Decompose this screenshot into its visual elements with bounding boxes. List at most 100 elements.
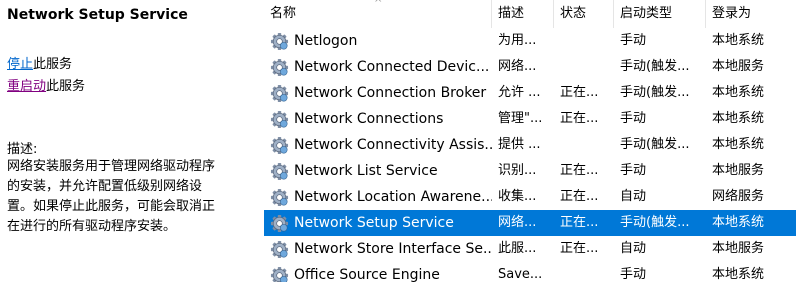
service-startup-type: 手动 (620, 163, 647, 178)
column-header-name[interactable]: ^ 名称 (264, 0, 492, 28)
service-name-cell: Network Setup Service (264, 210, 492, 236)
service-title: Network Setup Service (7, 7, 188, 23)
service-name: Network Connectivity Assis... (294, 137, 492, 153)
service-detail-pane: Network Setup Service 停止此服务 重启动此服务 描述: 网… (0, 0, 262, 282)
service-description: 网络... (498, 59, 537, 74)
gear-icon (270, 110, 289, 129)
list-header: ^ 名称 描述 状态 启动类型 登录为 (264, 0, 796, 28)
service-logon-as: 本地系统 (712, 85, 765, 100)
service-startup-type: 手动(触发... (620, 59, 690, 74)
description-line: 置。如果停止此服务，可能会取消正 (7, 199, 216, 214)
service-row[interactable]: Network Connected Devic... 网络... 手动(触发... 本… (264, 54, 796, 80)
service-description: 此服... (498, 241, 537, 256)
service-startup-type: 手动(触发... (620, 85, 690, 100)
service-description: 提供 ... (498, 137, 541, 152)
service-row[interactable]: Network Location Awarene... 收集... 正在... 自动 网… (264, 184, 796, 210)
service-status: 正在... (560, 111, 599, 126)
column-header-status[interactable]: 状态 (554, 0, 614, 28)
service-name: Office Source Engine (294, 267, 440, 282)
stop-service-action: 停止此服务 (7, 53, 72, 72)
service-status (554, 28, 614, 54)
restart-service-action: 重启动此服务 (7, 75, 85, 94)
description-line: 在进行的所有驱动程序安装。 (7, 219, 177, 234)
service-name-cell: Network Connectivity Assis... (264, 132, 492, 158)
service-logon-as: 本地系统 (712, 215, 765, 230)
service-description: 为用... (498, 33, 537, 48)
service-name-cell: Network Connections (264, 106, 492, 132)
service-row[interactable]: Office Source Engine Save... 手动 本地系统 (264, 262, 796, 282)
service-description: 管理"... (498, 111, 543, 126)
service-startup-type: 手动(触发... (620, 137, 690, 152)
service-row[interactable]: Network Store Interface Se... 此服... 正在... 自… (264, 236, 796, 262)
service-status: 正在... (560, 85, 599, 100)
description-label: 描述: (7, 142, 38, 157)
service-startup-type: 手动 (620, 267, 647, 282)
service-status (554, 262, 614, 282)
service-row[interactable]: Netlogon 为用... 手动 本地系统 (264, 28, 796, 54)
stop-service-suffix: 此服务 (33, 57, 73, 72)
service-logon-as: 本地系统 (712, 137, 765, 152)
service-row[interactable]: Network Connectivity Assis... 提供 ... 手动(触发… (264, 132, 796, 158)
service-name: Network Connected Devic... (294, 59, 490, 75)
service-startup-type: 手动 (620, 33, 647, 48)
service-startup-type: 自动 (620, 189, 647, 204)
description-text: 网络安装服务用于管理网络驱动程序 的安装，并允许配置低级别网络设 置。如果停止此… (7, 157, 255, 237)
service-status: 正在... (560, 241, 599, 256)
service-name: Network Location Awarene... (294, 189, 492, 205)
service-name-cell: Network Connection Broker (264, 80, 492, 106)
column-header-description[interactable]: 描述 (492, 0, 554, 28)
service-logon-as: 本地服务 (712, 59, 765, 74)
gear-icon (270, 32, 289, 51)
gear-icon (270, 136, 289, 155)
gear-icon (270, 84, 289, 103)
service-name: Network Connections (294, 111, 444, 127)
service-description: 收集... (498, 189, 537, 204)
service-status (554, 54, 614, 80)
service-name: Network Connection Broker (294, 85, 487, 101)
restart-service-link[interactable]: 重启动 (7, 79, 46, 94)
service-name-cell: Office Source Engine (264, 262, 492, 282)
service-row[interactable]: Network Connections 管理"... 正在... 手动 本地系统 (264, 106, 796, 132)
services-list: ^ 名称 描述 状态 启动类型 登录为 Netlogon 为用... 手动 本地系统 N… (264, 0, 796, 282)
service-status: 正在... (560, 215, 599, 230)
service-startup-type: 自动 (620, 241, 647, 256)
service-description: 识别... (498, 163, 537, 178)
service-startup-type: 手动(触发... (620, 215, 690, 230)
service-logon-as: 本地系统 (712, 33, 765, 48)
service-description: 允许 ... (498, 85, 541, 100)
service-name: Network Setup Service (294, 215, 454, 231)
service-logon-as: 本地系统 (712, 111, 765, 126)
column-header-logon-as[interactable]: 登录为 (706, 0, 796, 28)
service-status: 正在... (560, 163, 599, 178)
service-name-cell: Network List Service (264, 158, 492, 184)
service-name-cell: Network Location Awarene... (264, 184, 492, 210)
service-logon-as: 网络服务 (712, 189, 765, 204)
service-startup-type: 手动 (620, 111, 647, 126)
service-name-cell: Netlogon (264, 28, 492, 54)
restart-service-suffix: 此服务 (46, 79, 86, 94)
service-description: 网络... (498, 215, 537, 230)
gear-icon (270, 188, 289, 207)
service-row[interactable]: Network Connection Broker 允许 ... 正在... 手动(触… (264, 80, 796, 106)
service-name-cell: Network Connected Devic... (264, 54, 492, 80)
gear-icon (270, 58, 289, 77)
service-logon-as: 本地服务 (712, 163, 765, 178)
service-name: Netlogon (294, 33, 358, 49)
service-row-selected[interactable]: Network Setup Service 网络... 正在... 手动(触发... 本… (264, 210, 796, 236)
service-logon-as: 本地系统 (712, 267, 765, 282)
description-line: 网络安装服务用于管理网络驱动程序 (7, 159, 216, 174)
service-name: Network List Service (294, 163, 438, 179)
description-line: 的安装，并允许配置低级别网络设 (7, 179, 203, 194)
service-status: 正在... (560, 189, 599, 204)
service-logon-as: 本地服务 (712, 241, 765, 256)
services-window: Network Setup Service 停止此服务 重启动此服务 描述: 网… (0, 0, 796, 282)
stop-service-link[interactable]: 停止 (7, 57, 33, 72)
column-header-name-label: 名称 (270, 6, 297, 21)
column-header-startup-type[interactable]: 启动类型 (614, 0, 706, 28)
service-name-cell: Network Store Interface Se... (264, 236, 492, 262)
service-row[interactable]: Network List Service 识别... 正在... 手动 本地服务 (264, 158, 796, 184)
gear-icon (270, 266, 289, 282)
gear-icon (270, 240, 289, 259)
service-description: Save... (498, 267, 543, 282)
gear-icon (270, 214, 289, 233)
